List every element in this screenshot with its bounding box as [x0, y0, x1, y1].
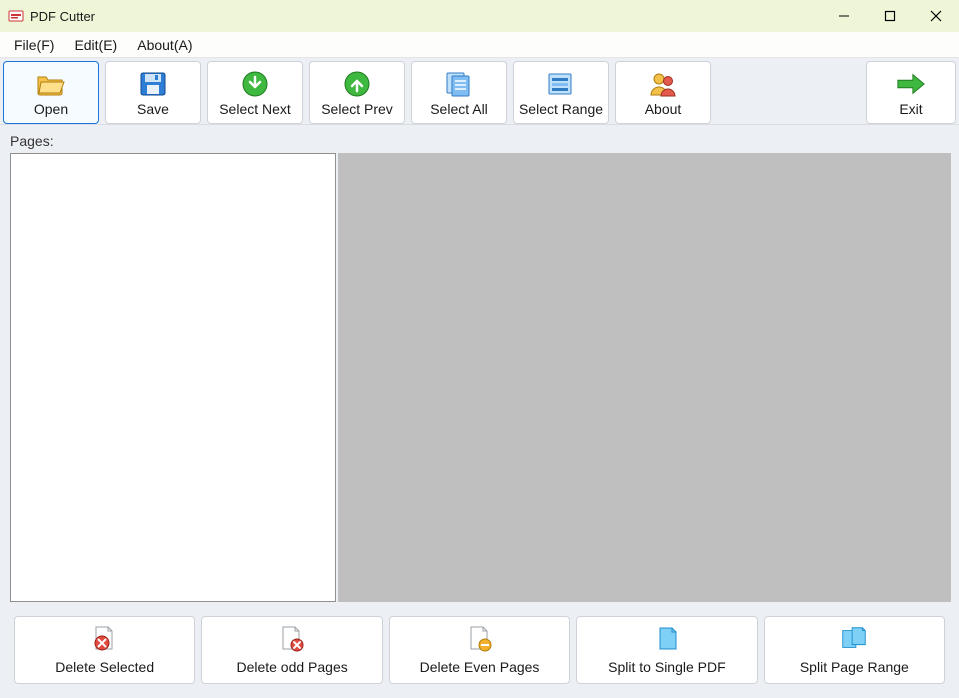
page-delete-even-icon — [465, 625, 495, 653]
delete-even-label: Delete Even Pages — [420, 659, 540, 675]
menubar: File(F) Edit(E) About(A) — [0, 32, 959, 58]
arrow-down-circle-icon — [240, 70, 270, 98]
floppy-disk-icon — [138, 70, 168, 98]
delete-odd-label: Delete odd Pages — [236, 659, 347, 675]
split-range-button[interactable]: Split Page Range — [764, 616, 945, 684]
open-label: Open — [34, 102, 68, 116]
split-range-icon — [839, 625, 869, 653]
select-range-icon — [546, 70, 576, 98]
page-delete-odd-icon — [277, 625, 307, 653]
select-range-label: Select Range — [519, 102, 603, 116]
close-button[interactable] — [913, 0, 959, 32]
save-button[interactable]: Save — [105, 61, 201, 124]
select-prev-label: Select Prev — [321, 102, 393, 116]
delete-even-button[interactable]: Delete Even Pages — [389, 616, 570, 684]
split-single-button[interactable]: Split to Single PDF — [576, 616, 757, 684]
about-button[interactable]: About — [615, 61, 711, 124]
select-range-button[interactable]: Select Range — [513, 61, 609, 124]
toolbar: Open Save Select Next — [0, 58, 959, 125]
split-single-label: Split to Single PDF — [608, 659, 726, 675]
select-all-button[interactable]: Select All — [411, 61, 507, 124]
select-all-label: Select All — [430, 102, 488, 116]
titlebar: PDF Cutter — [0, 0, 959, 32]
menu-file[interactable]: File(F) — [4, 34, 64, 56]
app-icon — [8, 8, 24, 24]
open-button[interactable]: Open — [3, 61, 99, 124]
exit-label: Exit — [899, 102, 922, 116]
window-controls — [821, 0, 959, 32]
split-single-icon — [652, 625, 682, 653]
select-next-label: Select Next — [219, 102, 291, 116]
menu-about[interactable]: About(A) — [127, 34, 202, 56]
exit-button[interactable]: Exit — [866, 61, 956, 124]
folder-open-icon — [36, 70, 66, 98]
preview-panel — [338, 153, 951, 602]
select-all-icon — [444, 70, 474, 98]
save-label: Save — [137, 102, 169, 116]
pages-label: Pages: — [0, 125, 959, 151]
maximize-button[interactable] — [867, 0, 913, 32]
menu-edit[interactable]: Edit(E) — [64, 34, 127, 56]
delete-odd-button[interactable]: Delete odd Pages — [201, 616, 382, 684]
exit-arrow-icon — [896, 70, 926, 98]
people-icon — [648, 70, 678, 98]
pages-list-panel[interactable] — [10, 153, 336, 602]
bottombar: Delete Selected Delete odd Pages Delete … — [0, 608, 959, 698]
workarea — [0, 151, 959, 608]
about-label: About — [645, 102, 682, 116]
window-title: PDF Cutter — [30, 9, 821, 24]
delete-selected-button[interactable]: Delete Selected — [14, 616, 195, 684]
arrow-up-circle-icon — [342, 70, 372, 98]
select-next-button[interactable]: Select Next — [207, 61, 303, 124]
page-delete-icon — [90, 625, 120, 653]
minimize-button[interactable] — [821, 0, 867, 32]
delete-selected-label: Delete Selected — [55, 659, 154, 675]
select-prev-button[interactable]: Select Prev — [309, 61, 405, 124]
split-range-label: Split Page Range — [800, 659, 909, 675]
